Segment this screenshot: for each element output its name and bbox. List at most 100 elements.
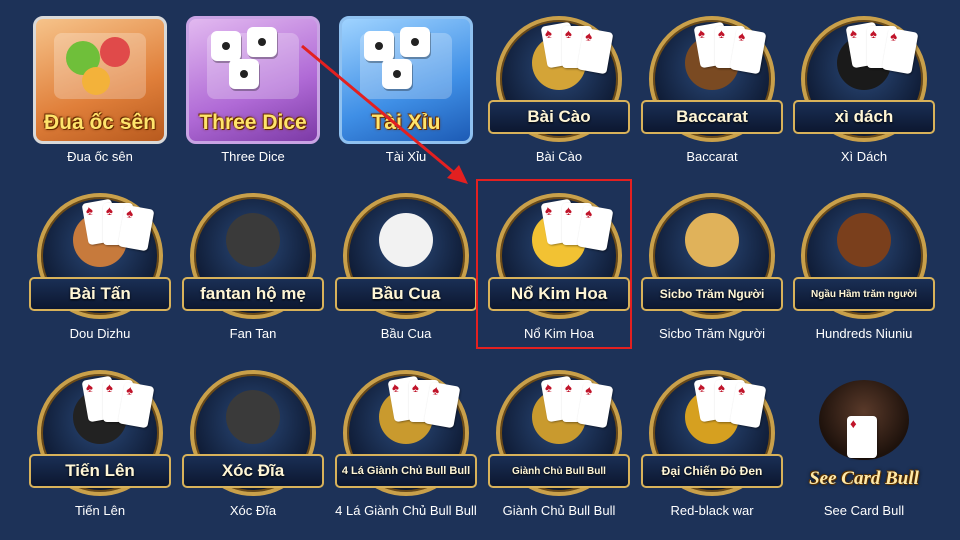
game-tile-hundreds-niuniu[interactable]: Ngầu Hầm trăm người Hundreds Niuniu	[789, 185, 939, 350]
game-tile-tien-len[interactable]: ♠ ♠ ♠ Tiến Lên Tiến Lên	[25, 362, 175, 527]
game-tile-sicbo[interactable]: Sicbo Trăm Người Sicbo Trăm Người	[637, 185, 787, 350]
game-caption: 4 Lá Giành Chủ Bull Bull	[335, 503, 477, 518]
playing-card-icon: ♠	[881, 27, 919, 75]
game-caption: Xì Dách	[840, 149, 888, 164]
game-icon-banner: Ngầu Hầm trăm người	[793, 277, 935, 311]
game-caption: Giành Chủ Bull Bull	[502, 503, 616, 518]
playing-card-icon: ♠	[576, 27, 614, 75]
game-tile-bai-tan[interactable]: ♠ ♠ ♠ Bài Tấn Dou Dizhu	[25, 185, 175, 350]
game-caption: Fan Tan	[229, 326, 277, 341]
game-icon-label: fantan hộ mẹ	[200, 284, 306, 303]
game-icon-xoc-dia[interactable]: Xóc Đĩa	[182, 370, 324, 504]
game-icon-dua-oc-sen[interactable]: Đua ốc sên	[33, 16, 167, 150]
game-icon-label: 4 Lá Giành Chủ Bull Bull	[341, 465, 471, 477]
game-icon-fantan[interactable]: fantan hộ mẹ	[182, 193, 324, 327]
die-icon	[400, 27, 430, 57]
game-caption: Bài Cào	[535, 149, 583, 164]
game-icon-baccarat[interactable]: ♠ ♠ ♠ Baccarat	[641, 16, 783, 150]
game-icon-banner: Bầu Cua	[335, 277, 477, 311]
game-icon-label: See Card Bull	[809, 468, 919, 489]
game-icon-bai-tan[interactable]: ♠ ♠ ♠ Bài Tấn	[29, 193, 171, 327]
game-icon-label: Bài Cào	[527, 107, 591, 126]
game-tile-4-la[interactable]: ♠ ♠ ♠ 4 Lá Giành Chủ Bull Bull 4 Lá Giành Ch…	[331, 362, 481, 527]
game-tile-xi-dach[interactable]: ♠ ♠ ♠ xì dách Xì Dách	[789, 8, 939, 173]
game-tile-red-black[interactable]: ♠ ♠ ♠ Đại Chiến Đỏ Đen Red-black war	[637, 362, 787, 527]
dice-icon	[379, 213, 433, 267]
game-tile-gianh-chu[interactable]: ♠ ♠ ♠ Giành Chủ Bull Bull Giành Chủ Bull Bul…	[484, 362, 634, 527]
die-icon	[364, 31, 394, 61]
game-icon-label: Bài Tấn	[69, 284, 131, 303]
game-icon-frame: Đua ốc sên	[33, 16, 167, 144]
game-icon-bai-cao[interactable]: ♠ ♠ ♠ Bài Cào	[488, 16, 630, 150]
game-icon-label: Baccarat	[676, 107, 748, 126]
game-icon-xi-dach[interactable]: ♠ ♠ ♠ xì dách	[793, 16, 935, 150]
game-icon-banner: Sicbo Trăm Người	[641, 277, 783, 311]
cowboy-hat-icon	[837, 213, 891, 267]
playing-card-icon: ♠	[729, 381, 767, 429]
game-icon-banner: fantan hộ mẹ	[182, 277, 324, 311]
game-icon-no-kim-hoa[interactable]: ♠ ♠ ♠ Nổ Kim Hoa	[488, 193, 630, 327]
game-icon-label: Sicbo Trăm Người	[659, 287, 765, 301]
game-icon-banner: Xóc Đĩa	[182, 454, 324, 488]
game-tile-dua-oc-sen[interactable]: Đua ốc sên Đua ốc sên	[25, 8, 175, 173]
game-tile-xoc-dia[interactable]: Xóc Đĩa Xóc Đĩa	[178, 362, 328, 527]
game-icon-three-dice[interactable]: Three Dice	[186, 16, 320, 150]
game-caption: Hundreds Niuniu	[815, 326, 913, 341]
game-icon-banner: Baccarat	[641, 100, 783, 134]
game-grid: Đua ốc sên Đua ốc sên Three Dice Three Dice…	[0, 0, 960, 540]
game-icon-banner: Đại Chiến Đỏ Đen	[641, 454, 783, 488]
game-caption: Xóc Đĩa	[229, 503, 277, 518]
game-icon-tai-xiu[interactable]: Tài Xỉu	[339, 16, 473, 150]
game-icon-label: Nổ Kim Hoa	[510, 284, 608, 303]
game-caption: See Card Bull	[823, 503, 905, 518]
game-icon-see-card-bull[interactable]: ♦ See Card Bull	[797, 370, 931, 504]
game-icon-banner: Bài Cào	[488, 100, 630, 134]
snail-icon	[82, 67, 110, 95]
game-tile-tai-xiu[interactable]: Tài Xỉu Tài Xỉu	[331, 8, 481, 173]
die-icon	[382, 59, 412, 89]
playing-card-icon: ♠	[729, 27, 767, 75]
game-icon-label: Đua ốc sên	[43, 111, 157, 134]
game-tile-bau-cua[interactable]: Bầu Cua Bầu Cua	[331, 185, 481, 350]
game-icon-label: Tài Xỉu	[371, 111, 441, 134]
game-icon-label: Ngầu Hầm trăm người	[810, 288, 918, 300]
game-icon-label: Three Dice	[199, 111, 307, 134]
game-tile-bai-cao[interactable]: ♠ ♠ ♠ Bài Cào Bài Cào	[484, 8, 634, 173]
game-tile-no-kim-hoa[interactable]: ♠ ♠ ♠ Nổ Kim Hoa Nổ Kim Hoa	[484, 185, 634, 350]
playing-card-icon: ♦	[847, 416, 877, 458]
game-icon-banner: Giành Chủ Bull Bull	[488, 454, 630, 488]
game-tile-three-dice[interactable]: Three Dice Three Dice	[178, 8, 328, 173]
game-icon-label: Đại Chiến Đỏ Đen	[661, 464, 763, 478]
game-icon-4-la[interactable]: ♠ ♠ ♠ 4 Lá Giành Chủ Bull Bull	[335, 370, 477, 504]
game-icon-bau-cua[interactable]: Bầu Cua	[335, 193, 477, 327]
game-icon-label: xì dách	[834, 107, 894, 126]
game-icon-label: Giành Chủ Bull Bull	[512, 465, 606, 477]
playing-card-icon: ♠	[576, 381, 614, 429]
game-caption: Tiến Lên	[74, 503, 126, 518]
game-caption: Baccarat	[686, 149, 738, 164]
game-icon-banner: 4 Lá Giành Chủ Bull Bull	[335, 454, 477, 488]
game-tile-see-card-bull[interactable]: ♦ See Card Bull See Card Bull	[789, 362, 939, 527]
playing-card-icon: ♠	[117, 204, 155, 252]
snail-icon	[100, 37, 130, 67]
game-tile-fantan[interactable]: fantan hộ mẹ Fan Tan	[178, 185, 328, 350]
game-icon-banner: Tiến Lên	[29, 454, 171, 488]
game-icon-label: Xóc Đĩa	[221, 461, 285, 480]
die-icon	[211, 31, 241, 61]
game-icon-banner: Nổ Kim Hoa	[488, 277, 630, 311]
bowl-icon	[226, 390, 280, 444]
game-icon-sicbo[interactable]: Sicbo Trăm Người	[641, 193, 783, 327]
game-tile-baccarat[interactable]: ♠ ♠ ♠ Baccarat Baccarat	[637, 8, 787, 173]
game-icon-red-black[interactable]: ♠ ♠ ♠ Đại Chiến Đỏ Đen	[641, 370, 783, 504]
playing-card-icon: ♠	[423, 381, 461, 429]
game-icon-frame: Tài Xỉu	[339, 16, 473, 144]
playing-card-icon: ♠	[576, 204, 614, 252]
game-caption: Three Dice	[221, 149, 285, 164]
game-caption: Dou Dizhu	[69, 326, 131, 341]
game-icon-frame: Three Dice	[186, 16, 320, 144]
game-icon-hundreds-niuniu[interactable]: Ngầu Hầm trăm người	[793, 193, 935, 327]
game-icon-tien-len[interactable]: ♠ ♠ ♠ Tiến Lên	[29, 370, 171, 504]
playing-card-icon: ♠	[117, 381, 155, 429]
game-caption: Tài Xỉu	[385, 149, 427, 164]
game-icon-gianh-chu[interactable]: ♠ ♠ ♠ Giành Chủ Bull Bull	[488, 370, 630, 504]
